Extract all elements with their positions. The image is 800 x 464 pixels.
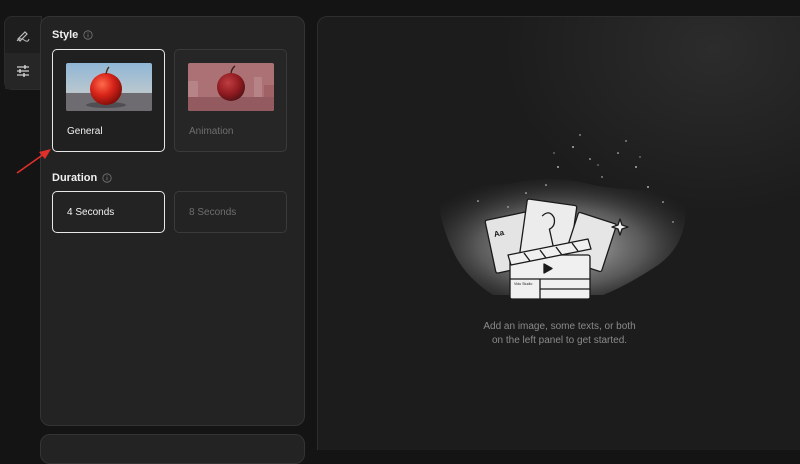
style-option-general[interactable]: General — [52, 49, 165, 152]
sliders-icon — [17, 65, 29, 77]
settings-panel: Style General Animation Duration 4 Secon… — [40, 16, 305, 426]
illustration-brand-text: Vidu Studio — [514, 282, 532, 286]
rail-pen-button[interactable] — [5, 17, 41, 53]
animation-thumbnail — [188, 63, 274, 111]
style-title-label: Style — [52, 29, 79, 41]
info-icon[interactable] — [83, 30, 93, 40]
empty-state-line-2: on the left panel to get started. — [491, 335, 628, 346]
rail-settings-button[interactable] — [5, 53, 41, 89]
duration-title-label: Duration — [52, 172, 98, 184]
general-thumbnail — [66, 63, 152, 111]
animation-label: Animation — [189, 126, 234, 137]
secondary-panel — [40, 434, 305, 464]
duration-4-seconds-button[interactable]: 4 Seconds — [52, 191, 165, 233]
duration-section-title: Duration — [52, 172, 112, 184]
pen-icon — [16, 31, 30, 42]
tool-rail — [4, 16, 42, 90]
style-option-animation[interactable]: Animation — [174, 49, 287, 152]
info-icon[interactable] — [102, 173, 112, 183]
duration-8-seconds-button[interactable]: 8 Seconds — [174, 191, 287, 233]
preview-canvas: Aa Vidu Studio Add an image, some texts,… — [317, 16, 800, 450]
empty-state-illustration: Aa Vidu Studio — [434, 134, 687, 300]
general-label: General — [67, 126, 103, 137]
empty-state-line-1: Add an image, some texts, or both — [483, 321, 636, 332]
style-section-title: Style — [52, 29, 93, 41]
